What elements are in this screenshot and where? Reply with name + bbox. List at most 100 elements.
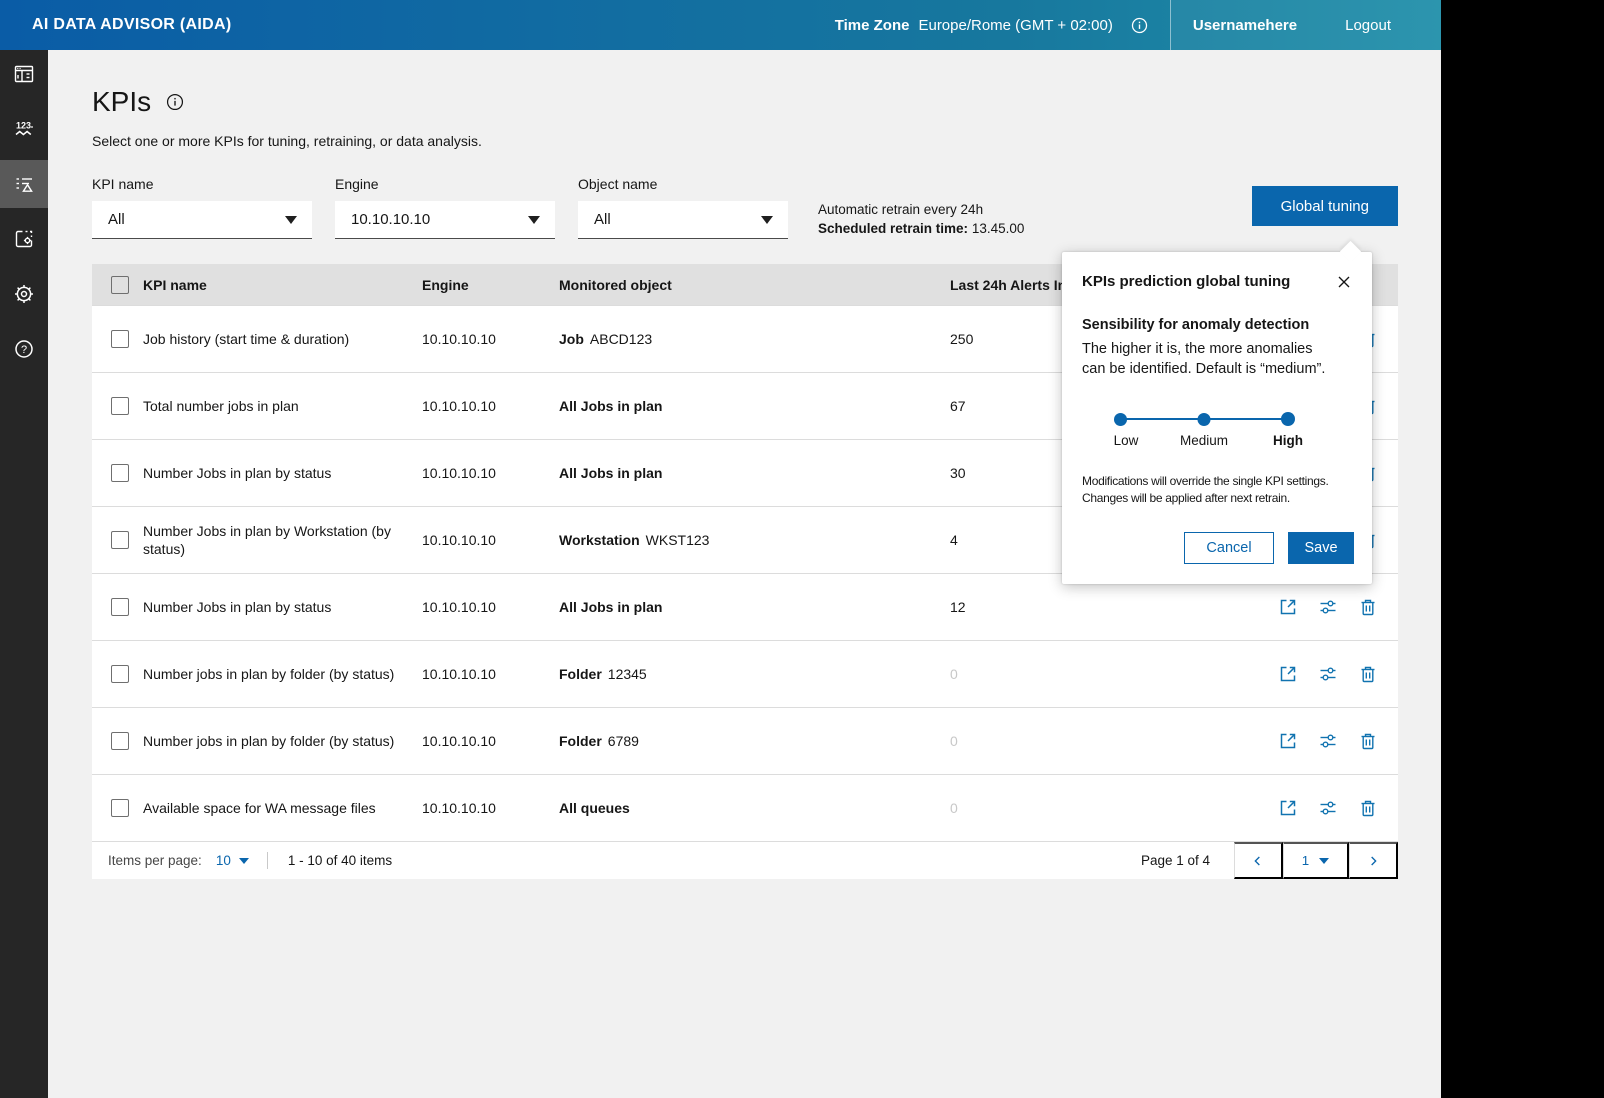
app-title: AI DATA ADVISOR (AIDA) — [32, 16, 231, 34]
slider-label-medium: Medium — [1180, 433, 1228, 448]
slider-handle-high[interactable] — [1281, 412, 1295, 426]
row-checkbox[interactable] — [111, 799, 129, 817]
kpi-name-cell: Total number jobs in plan — [143, 397, 422, 415]
top-header: AI DATA ADVISOR (AIDA) Time Zone Europe/… — [0, 0, 1441, 50]
items-per-page-label: Items per page: — [108, 853, 202, 868]
trash-icon — [1359, 799, 1377, 817]
sidebar-item-help[interactable]: ? — [0, 325, 48, 373]
row-tuning-button[interactable] — [1319, 732, 1337, 750]
row-checkbox[interactable] — [111, 598, 129, 616]
note-line-1: Modifications will override the single K… — [1082, 473, 1354, 490]
row-checkbox[interactable] — [111, 464, 129, 482]
info-icon[interactable] — [1131, 17, 1148, 34]
page-number-select[interactable]: 1 — [1283, 842, 1349, 879]
sidebar-item-kpis[interactable] — [0, 160, 48, 208]
kpi-name-select[interactable]: All — [92, 201, 312, 239]
launch-icon — [1279, 799, 1297, 817]
sidebar: 123 — [0, 50, 48, 1098]
retrain-line1: Automatic retrain every 24h — [818, 200, 1024, 219]
kpi-name-cell: Number Jobs in plan by Workstation (by s… — [143, 522, 422, 558]
row-checkbox[interactable] — [111, 732, 129, 750]
slider-dot-medium[interactable] — [1198, 413, 1211, 426]
monitored-object-cell: Folder6789 — [559, 733, 950, 749]
note-line-2: Changes will be applied after next retra… — [1082, 490, 1354, 507]
config-frame-icon — [12, 227, 36, 251]
page-of-text: Page 1 of 4 — [1141, 842, 1234, 879]
row-tuning-button[interactable] — [1319, 799, 1337, 817]
sensibility-slider[interactable] — [1120, 412, 1288, 426]
svg-text:123: 123 — [16, 121, 31, 131]
svg-text:?: ? — [21, 344, 27, 356]
engine-cell: 10.10.10.10 — [422, 599, 559, 615]
next-page-button[interactable] — [1349, 842, 1398, 879]
sidebar-item-dashboard[interactable] — [0, 50, 48, 98]
global-tuning-button[interactable]: Global tuning — [1252, 186, 1398, 226]
row-open-button[interactable] — [1279, 598, 1297, 616]
row-open-button[interactable] — [1279, 732, 1297, 750]
select-all-checkbox[interactable] — [111, 276, 129, 294]
sidebar-item-data-trend[interactable]: 123 — [0, 105, 48, 153]
alerts-cell: 12 — [950, 599, 1070, 615]
row-delete-button[interactable] — [1359, 799, 1377, 817]
close-icon — [1336, 274, 1354, 290]
object-name-select[interactable]: All — [578, 201, 788, 239]
page-title: KPIs — [92, 86, 151, 118]
engine-cell: 10.10.10.10 — [422, 532, 559, 548]
app-window-icon — [12, 62, 36, 86]
chevron-down-icon — [285, 216, 297, 224]
row-delete-button[interactable] — [1359, 598, 1377, 616]
sidebar-item-engine-config[interactable] — [0, 215, 48, 263]
settings-adjust-icon — [1319, 665, 1337, 683]
page-number-value: 1 — [1302, 853, 1309, 868]
username[interactable]: Usernamehere — [1193, 17, 1297, 34]
save-button[interactable]: Save — [1288, 532, 1354, 564]
sidebar-item-settings[interactable] — [0, 270, 48, 318]
row-checkbox[interactable] — [111, 330, 129, 348]
kpi-list-icon — [12, 172, 36, 196]
description-line-2: can be identified. Default is “medium”. — [1082, 360, 1354, 380]
retrain-label: Scheduled retrain time: — [818, 221, 968, 236]
row-tuning-button[interactable] — [1319, 598, 1337, 616]
filter-label-kpi-name: KPI name — [92, 176, 312, 192]
row-open-button[interactable] — [1279, 665, 1297, 683]
logout-button[interactable]: Logout — [1345, 17, 1391, 34]
chevron-down-icon — [1319, 858, 1329, 864]
engine-select[interactable]: 10.10.10.10 — [335, 201, 555, 239]
row-open-button[interactable] — [1279, 799, 1297, 817]
row-delete-button[interactable] — [1359, 665, 1377, 683]
alerts-cell: 0 — [950, 666, 1070, 682]
timezone-label: Time Zone — [835, 17, 910, 34]
chevron-down-icon — [761, 216, 773, 224]
monitored-object-cell: Folder12345 — [559, 666, 950, 682]
launch-icon — [1279, 732, 1297, 750]
trash-icon — [1359, 665, 1377, 683]
row-tuning-button[interactable] — [1319, 665, 1337, 683]
cancel-button[interactable]: Cancel — [1184, 532, 1274, 564]
close-button[interactable] — [1336, 273, 1354, 291]
row-checkbox[interactable] — [111, 397, 129, 415]
settings-adjust-icon — [1319, 598, 1337, 616]
table-row: Number jobs in plan by folder (by status… — [92, 707, 1398, 774]
chevron-right-icon — [1365, 853, 1381, 869]
previous-page-button[interactable] — [1234, 842, 1283, 879]
popover-note: Modifications will override the single K… — [1082, 473, 1354, 507]
engine-cell: 10.10.10.10 — [422, 465, 559, 481]
monitored-object-cell: All queues — [559, 800, 950, 816]
row-checkbox[interactable] — [111, 531, 129, 549]
alerts-cell: 250 — [950, 331, 1070, 347]
row-checkbox[interactable] — [111, 665, 129, 683]
footer-divider — [267, 852, 268, 869]
monitored-object-cell: All Jobs in plan — [559, 599, 950, 615]
retrain-info: Automatic retrain every 24h Scheduled re… — [818, 200, 1024, 239]
alerts-cell: 30 — [950, 465, 1070, 481]
info-icon[interactable] — [166, 93, 184, 111]
slider-dot-low[interactable] — [1114, 413, 1127, 426]
object-name-select-value: All — [594, 211, 611, 228]
items-range-text: 1 - 10 of 40 items — [288, 853, 392, 868]
items-per-page-select[interactable]: 10 — [216, 853, 249, 868]
application-window: AI DATA ADVISOR (AIDA) Time Zone Europe/… — [0, 0, 1441, 1098]
kpi-name-cell: Number jobs in plan by folder (by status… — [143, 665, 422, 683]
popover-title: KPIs prediction global tuning — [1082, 273, 1290, 290]
row-delete-button[interactable] — [1359, 732, 1377, 750]
chevron-down-icon — [528, 216, 540, 224]
